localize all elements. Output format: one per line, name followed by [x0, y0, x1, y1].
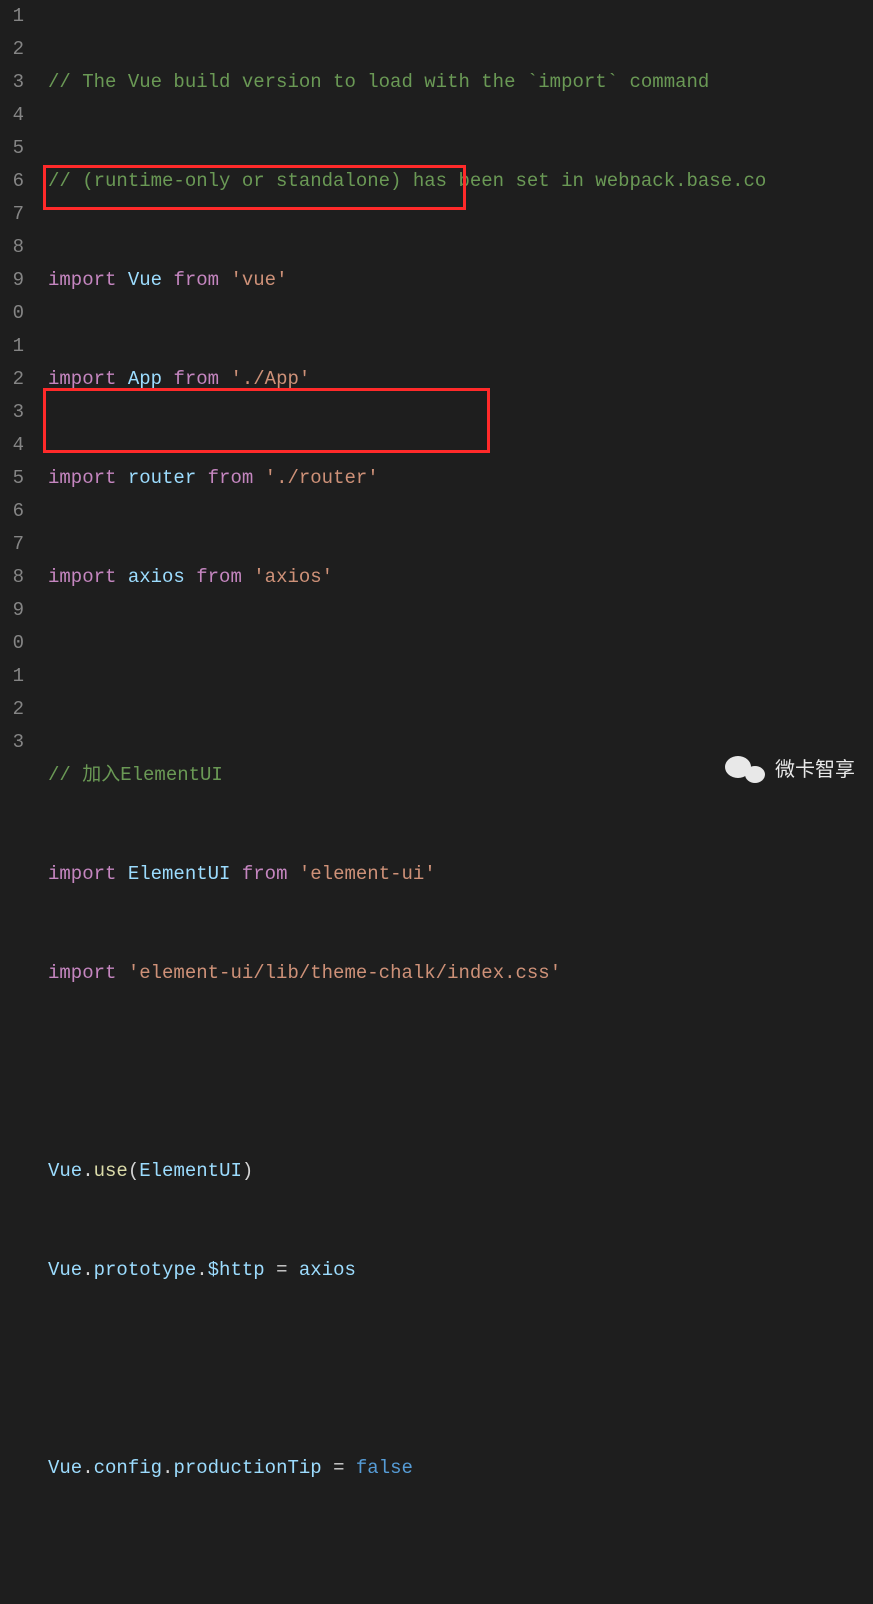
code-line[interactable]: Vue.use(ElementUI)	[48, 1155, 873, 1188]
annotation-highlight-2	[43, 388, 490, 453]
code-line[interactable]	[48, 1056, 873, 1089]
code-line[interactable]: Vue.config.productionTip = false	[48, 1452, 873, 1485]
line-number: 9	[0, 594, 24, 627]
line-number: 7	[0, 198, 24, 231]
code-line[interactable]	[48, 1551, 873, 1584]
line-number: 9	[0, 264, 24, 297]
line-number: 2	[0, 33, 24, 66]
line-number: 7	[0, 528, 24, 561]
line-number: 3	[0, 726, 24, 759]
line-number: 8	[0, 231, 24, 264]
wechat-icon	[725, 754, 765, 787]
code-line[interactable]: import Vue from 'vue'	[48, 264, 873, 297]
line-number: 5	[0, 462, 24, 495]
line-number: 5	[0, 132, 24, 165]
line-number: 4	[0, 429, 24, 462]
line-number: 2	[0, 693, 24, 726]
line-number: 3	[0, 66, 24, 99]
line-number: 3	[0, 396, 24, 429]
code-line[interactable]: Vue.prototype.$http = axios	[48, 1254, 873, 1287]
code-line[interactable]: import ElementUI from 'element-ui'	[48, 858, 873, 891]
line-number: 6	[0, 165, 24, 198]
line-number: 8	[0, 561, 24, 594]
code-line[interactable]: import axios from 'axios'	[48, 561, 873, 594]
watermark: 微卡智享	[725, 754, 855, 787]
line-number: 2	[0, 363, 24, 396]
code-line[interactable]	[48, 660, 873, 693]
line-number: 4	[0, 99, 24, 132]
line-number: 6	[0, 495, 24, 528]
code-line[interactable]: import router from './router'	[48, 462, 873, 495]
line-number: 1	[0, 660, 24, 693]
line-number: 1	[0, 0, 24, 33]
line-number: 1	[0, 330, 24, 363]
line-number: 0	[0, 297, 24, 330]
code-line[interactable]: import 'element-ui/lib/theme-chalk/index…	[48, 957, 873, 990]
code-line[interactable]	[48, 1353, 873, 1386]
watermark-text: 微卡智享	[775, 754, 855, 787]
code-editor[interactable]: 1 2 3 4 5 6 7 8 9 0 1 2 3 4 5 6 7 8 9 0 …	[0, 0, 873, 802]
line-number: 0	[0, 627, 24, 660]
line-number-gutter: 1 2 3 4 5 6 7 8 9 0 1 2 3 4 5 6 7 8 9 0 …	[0, 0, 30, 802]
code-line[interactable]: // The Vue build version to load with th…	[48, 66, 873, 99]
code-line[interactable]: import App from './App'	[48, 363, 873, 396]
code-area[interactable]: // The Vue build version to load with th…	[30, 0, 873, 802]
code-line[interactable]: // (runtime-only or standalone) has been…	[48, 165, 873, 198]
